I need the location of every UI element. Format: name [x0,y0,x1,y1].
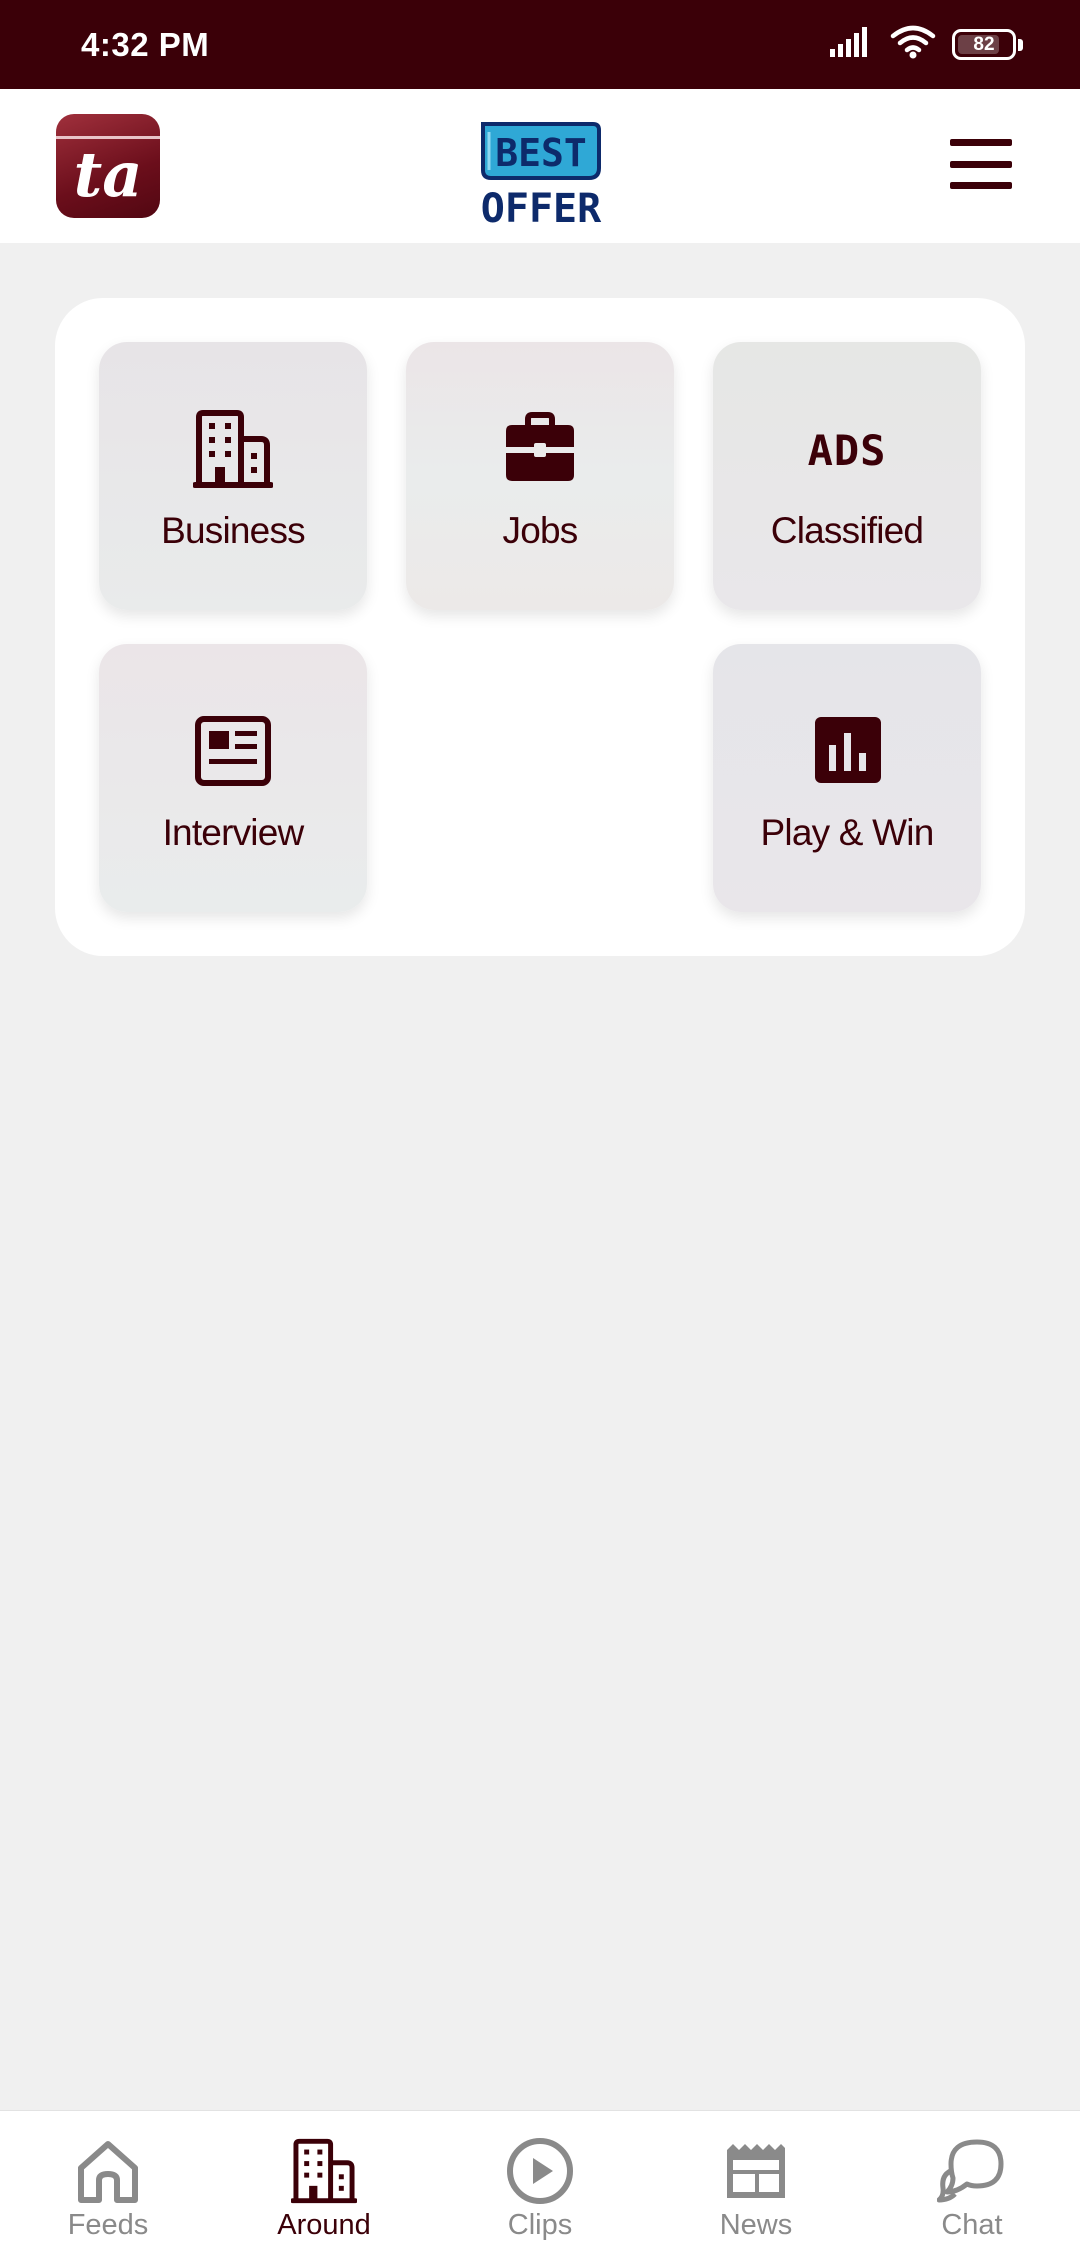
nav-news[interactable]: News [648,2111,864,2246]
app-bar: ta BEST OFFER [0,89,1080,243]
nav-feeds[interactable]: Feeds [0,2111,216,2246]
classified-label: Classified [770,510,924,551]
nav-around-label: Around [277,2209,371,2241]
menu-line-bottom [950,182,1012,189]
interview-tile[interactable]: Interview [99,644,367,912]
nav-news-label: News [719,2209,793,2241]
status-bar: 4:32 PM 82 [0,0,1080,89]
app-logo[interactable]: ta [56,114,160,218]
building-icon [288,2135,360,2207]
ads-icon: ADS [802,404,892,494]
bottom-navigation: Feeds Around Clips News Chat [0,2110,1080,2246]
app-logo-text: ta [74,138,143,211]
battery-body: 82 [952,29,1016,60]
jobs-tile[interactable]: Jobs [406,342,674,610]
wifi-icon [890,25,936,64]
newspaper-icon [188,706,278,796]
nav-clips[interactable]: Clips [432,2111,648,2246]
classified-tile[interactable]: ADS Classified [713,342,981,610]
category-grid-card: Business Jobs ADS Classified Interview P… [55,298,1025,956]
best-offer-line2: OFFER [481,186,602,232]
battery-level: 82 [973,33,995,55]
battery-tip [1018,38,1023,51]
signal-icon [830,27,874,62]
play-and-win-label: Play & Win [760,812,935,853]
play-and-win-tile[interactable]: Play & Win [713,644,981,912]
interview-label: Interview [162,812,305,853]
nav-chat[interactable]: Chat [864,2111,1080,2246]
chat-bubble-icon [936,2135,1008,2207]
building-icon [188,404,278,494]
play-circle-icon [504,2135,576,2207]
ads-icon-text: ADS [808,426,887,475]
home-icon [72,2135,144,2207]
nav-feeds-label: Feeds [67,2209,149,2241]
business-label: Business [161,510,306,551]
briefcase-icon [495,404,585,494]
business-tile[interactable]: Business [99,342,367,610]
bar-chart-icon [802,706,892,796]
nav-around[interactable]: Around [216,2111,432,2246]
nav-clips-label: Clips [507,2209,573,2241]
newspaper-icon [720,2135,792,2207]
hamburger-menu-icon[interactable] [950,139,1012,189]
status-time: 4:32 PM [81,25,210,63]
menu-line-top [950,139,1012,146]
status-icons: 82 [830,25,1023,64]
jobs-label: Jobs [502,510,579,551]
best-offer-line1: BEST [495,131,587,175]
nav-chat-label: Chat [941,2209,1003,2241]
battery-icon: 82 [952,29,1023,60]
best-offer-logo[interactable]: BEST OFFER [477,114,607,234]
menu-line-middle [950,160,1012,168]
